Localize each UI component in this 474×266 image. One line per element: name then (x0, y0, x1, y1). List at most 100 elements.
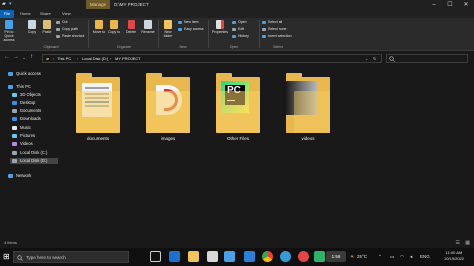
edge-icon[interactable] (244, 251, 255, 262)
new-item-button[interactable]: New item (178, 20, 199, 24)
sidebar-item-documents[interactable]: Documents (12, 108, 41, 114)
app-icon-green[interactable] (314, 251, 325, 262)
close-button[interactable]: ✕ (458, 0, 474, 10)
language-indicator[interactable]: ENG (420, 254, 430, 259)
copy-icon (28, 20, 36, 29)
sidebar-item-pictures[interactable]: Pictures (12, 133, 35, 139)
cube-icon (12, 92, 17, 97)
browser-icon[interactable] (280, 251, 291, 262)
move-to-button[interactable]: Move to (92, 20, 106, 34)
new-folder-button[interactable]: New folder (161, 20, 175, 38)
chevron-down-icon[interactable]: ⌄ (365, 55, 368, 63)
search-input[interactable] (386, 54, 468, 63)
history-button[interactable]: History (232, 34, 249, 38)
large-icons-view-icon[interactable]: ▦ (465, 240, 470, 246)
back-arrow-icon[interactable]: ← (4, 54, 10, 60)
details-view-icon[interactable]: ☰ (456, 240, 460, 246)
manage-tab[interactable]: Manage (86, 0, 110, 9)
new-group-label: New (179, 45, 187, 49)
taskbar-badge[interactable]: 1:56 (326, 251, 346, 262)
paste-shortcut-button[interactable]: Paste shortcut (56, 34, 84, 38)
folder-videos[interactable]: videos (284, 73, 330, 149)
edit-button[interactable]: Edit (232, 27, 244, 31)
chrome-icon[interactable] (262, 251, 273, 262)
wifi-icon[interactable]: ◠ (400, 254, 404, 260)
store-icon[interactable] (207, 251, 218, 262)
sidebar-item-desktop[interactable]: Desktop (12, 100, 35, 106)
easy-access-button[interactable]: Easy access (178, 27, 204, 31)
tab-home[interactable]: Home (20, 10, 31, 18)
organize-group-label: Organize (116, 45, 132, 49)
select-none-button[interactable]: Select none (262, 27, 287, 31)
file-explorer-icon[interactable] (188, 251, 199, 262)
taskbar: ⊞ Type here to search 1:56 ☀ 25°C ⌃ ▭ ◠ … (0, 248, 474, 266)
paste-button[interactable]: Paste (41, 20, 53, 34)
volume-icon[interactable]: ◂ (410, 254, 412, 260)
tab-file[interactable]: File (0, 10, 14, 18)
rename-button[interactable]: Rename (140, 20, 156, 34)
breadcrumb-local-disk[interactable]: Local Disk (D:) (82, 55, 108, 63)
folder-other-files[interactable]: PC Other Files (216, 73, 260, 149)
battery-icon[interactable]: ▭ (390, 254, 394, 260)
app-icon-red[interactable] (298, 251, 309, 262)
minimize-button[interactable]: – (426, 0, 442, 10)
easy-access-label: Easy access (184, 27, 204, 31)
clipboard-group-label: Clipboard (43, 45, 59, 49)
sidebar-item-label: Local Disk (D:) (20, 158, 48, 163)
sidebar-item-local-disk-c[interactable]: Local Disk (C:) (12, 150, 47, 156)
up-arrow-icon[interactable]: ↑ (30, 54, 33, 60)
quick-access-toolbar-icon[interactable]: ▾ (9, 1, 12, 7)
sidebar-item-label: Documents (20, 108, 42, 113)
sidebar-item-this-pc[interactable]: This PC (8, 84, 31, 90)
breadcrumb-my-project[interactable]: MY PROJECT (115, 55, 141, 63)
invert-selection-button[interactable]: Invert selection (262, 34, 292, 38)
chevron-right-icon: › (110, 56, 112, 61)
zoom-icon[interactable] (169, 251, 180, 262)
folder-documents[interactable]: documents (76, 73, 120, 149)
sidebar-item-quick-access[interactable]: Quick access (8, 71, 41, 77)
sidebar-item-videos[interactable]: Videos (12, 141, 33, 147)
pin-quick-access-button[interactable]: Pin to Quick access (2, 20, 16, 42)
copy-to-button[interactable]: Copy to (107, 20, 121, 34)
copy-path-button[interactable]: Copy path (56, 27, 78, 31)
tab-share[interactable]: Share (40, 10, 51, 18)
sidebar-item-3d-objects[interactable]: 3D Objects (12, 92, 41, 98)
tab-view[interactable]: View (62, 10, 71, 18)
forward-arrow-icon[interactable]: → (13, 54, 19, 60)
select-all-button[interactable]: Select all (262, 20, 282, 24)
sidebar-item-downloads[interactable]: Downloads (12, 116, 41, 122)
maximize-button[interactable]: ☐ (442, 0, 458, 10)
windows-start-icon[interactable]: ⊞ (3, 252, 10, 261)
properties-button[interactable]: Properties (211, 20, 229, 34)
task-view-icon[interactable] (150, 251, 161, 262)
folder-images[interactable]: images (146, 73, 190, 149)
recent-dropdown-icon[interactable]: ⌄ (22, 55, 26, 61)
sidebar-item-label: Network (16, 173, 32, 178)
sidebar-item-network[interactable]: Network (8, 173, 31, 179)
show-hidden-icons-icon[interactable]: ⌃ (378, 254, 382, 260)
sidebar-item-music[interactable]: Music (12, 125, 31, 131)
documents-icon (12, 108, 17, 113)
open-button[interactable]: Open (232, 20, 247, 24)
sidebar-item-local-disk-d[interactable]: Local Disk (D:) (10, 158, 58, 164)
cut-button[interactable]: Cut (56, 20, 67, 24)
properties-label: Properties (212, 30, 228, 34)
delete-button[interactable]: Delete (124, 20, 138, 34)
ribbon-divider (208, 20, 209, 48)
copy-button[interactable]: Copy (26, 20, 38, 34)
mail-icon[interactable] (224, 251, 235, 262)
refresh-icon[interactable]: ↻ (373, 55, 376, 63)
paste-shortcut-label: Paste shortcut (62, 34, 85, 38)
address-bar[interactable]: ▰ › This PC › Local Disk (D:) › MY PROJE… (42, 54, 382, 63)
copy-to-icon (110, 20, 118, 29)
clock[interactable]: 11:00 AM 10/19/2022 (444, 250, 464, 262)
clock-date: 10/19/2022 (443, 256, 464, 261)
chevron-right-icon: › (77, 56, 79, 61)
paste-shortcut-icon (56, 34, 60, 38)
breadcrumb-this-pc[interactable]: This PC (57, 55, 71, 63)
file-view: documents images PC Other Files videos (60, 67, 474, 239)
paste-icon (43, 20, 51, 29)
folder-icon: ▰ (2, 1, 6, 7)
taskbar-search-box[interactable]: Type here to search (13, 251, 129, 263)
temperature-label[interactable]: 25°C (357, 254, 367, 259)
